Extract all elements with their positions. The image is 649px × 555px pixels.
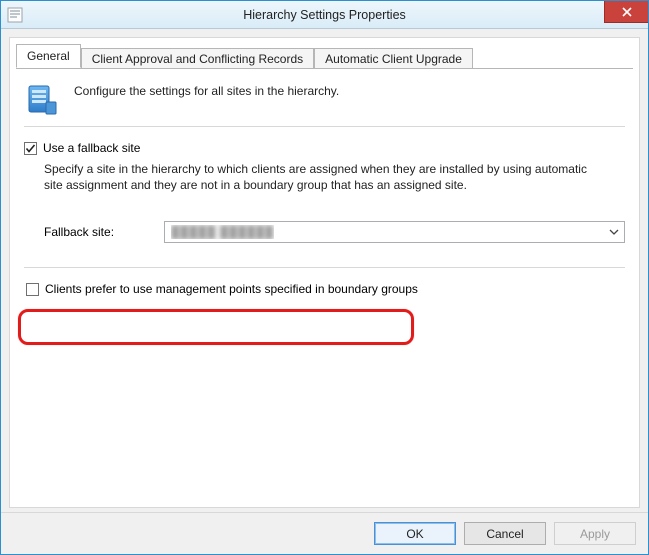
fallback-description: Specify a site in the hierarchy to which…	[44, 161, 604, 193]
close-button[interactable]	[604, 1, 648, 23]
app-icon	[7, 7, 23, 23]
tab-client-approval[interactable]: Client Approval and Conflicting Records	[81, 48, 314, 69]
use-fallback-checkbox[interactable]	[24, 142, 37, 155]
separator-2	[24, 267, 625, 268]
fallback-site-label: Fallback site:	[44, 225, 154, 239]
client-area: General Client Approval and Conflicting …	[9, 37, 640, 508]
prefer-mp-checkbox-row: Clients prefer to use management points …	[26, 282, 625, 296]
dialog-window: Hierarchy Settings Properties General Cl…	[0, 0, 649, 555]
cancel-button[interactable]: Cancel	[464, 522, 546, 545]
chevron-down-icon	[606, 227, 622, 237]
prefer-mp-checkbox[interactable]	[26, 283, 39, 296]
intro-text: Configure the settings for all sites in …	[74, 82, 339, 98]
title-bar: Hierarchy Settings Properties	[1, 1, 648, 29]
tab-general[interactable]: General	[16, 44, 81, 68]
fallback-site-combobox[interactable]: █████ ██████	[164, 221, 625, 243]
window-title: Hierarchy Settings Properties	[1, 8, 648, 22]
annotation-highlight	[18, 309, 414, 345]
tab-automatic-upgrade[interactable]: Automatic Client Upgrade	[314, 48, 473, 69]
use-fallback-label: Use a fallback site	[43, 141, 140, 155]
apply-button: Apply	[554, 522, 636, 545]
hierarchy-icon	[24, 82, 60, 118]
checkmark-icon	[25, 143, 36, 154]
tab-strip: General Client Approval and Conflicting …	[16, 44, 639, 68]
separator-1	[24, 126, 625, 127]
close-icon	[621, 6, 633, 18]
intro-row: Configure the settings for all sites in …	[24, 82, 625, 118]
prefer-mp-label: Clients prefer to use management points …	[45, 282, 418, 296]
ok-button[interactable]: OK	[374, 522, 456, 545]
tab-panel-general: Configure the settings for all sites in …	[10, 68, 639, 507]
dialog-button-bar: OK Cancel Apply	[1, 512, 648, 554]
fallback-site-value: █████ ██████	[171, 225, 274, 239]
fallback-field-row: Fallback site: █████ ██████	[44, 221, 625, 243]
fallback-checkbox-row: Use a fallback site	[24, 141, 625, 155]
